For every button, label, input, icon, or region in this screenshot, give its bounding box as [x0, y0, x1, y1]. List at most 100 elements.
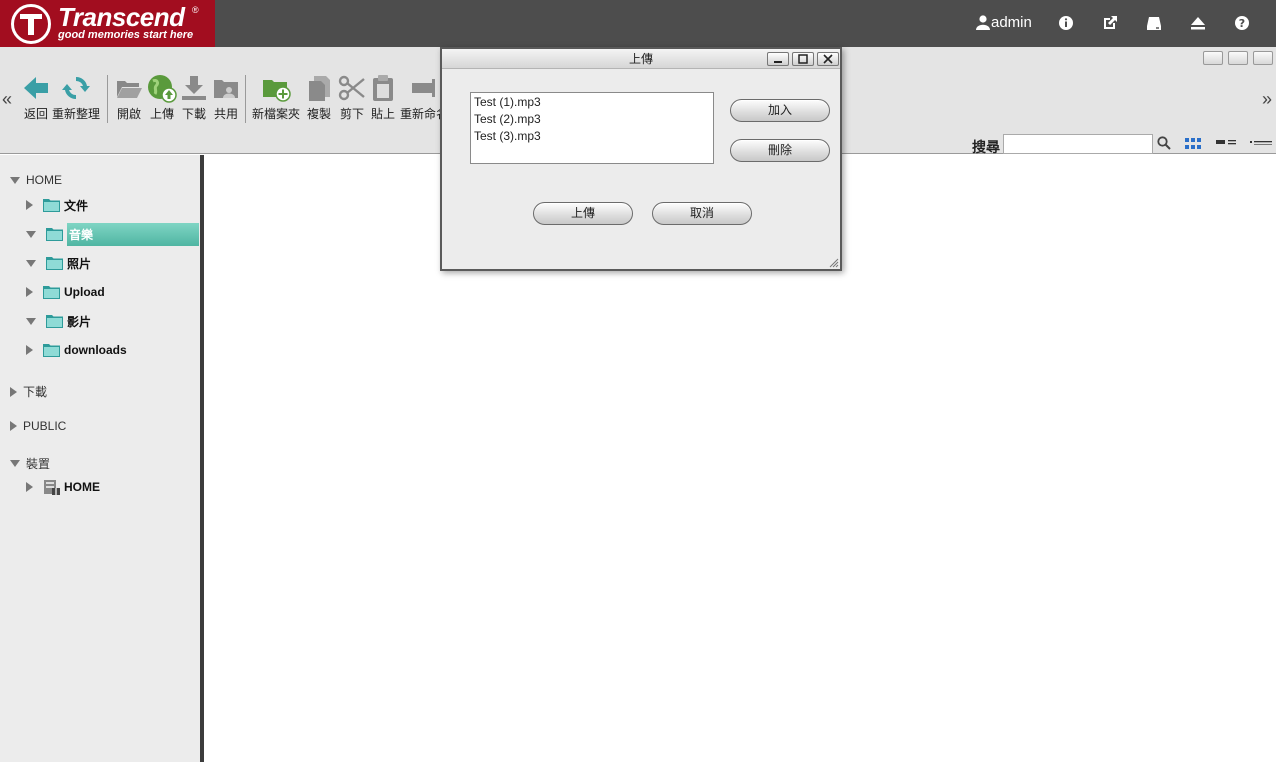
resize-grip-icon[interactable]	[829, 258, 839, 268]
info-icon[interactable]	[1057, 14, 1075, 32]
toolbar-scroll-right-icon[interactable]: »	[1262, 89, 1272, 110]
grid-view-icon[interactable]	[1185, 138, 1201, 150]
device-drive-icon	[44, 480, 60, 495]
file-list-item[interactable]: Test (1).mp3	[474, 94, 710, 111]
transcend-logo-icon	[11, 4, 51, 44]
copy-button[interactable]: 複製	[306, 73, 332, 122]
share-button[interactable]: 共用	[212, 73, 240, 122]
folder-icon	[46, 315, 63, 328]
tree-item-upload[interactable]: Upload	[26, 281, 105, 303]
sidebar-splitter[interactable]	[200, 155, 204, 762]
expanded-arrow-icon[interactable]	[26, 259, 36, 267]
tree-root-label: 下載	[23, 385, 48, 399]
download-icon	[182, 76, 206, 100]
folder-icon	[43, 344, 60, 357]
folder-icon	[46, 228, 63, 241]
collapsed-arrow-icon[interactable]	[26, 482, 33, 492]
refresh-button[interactable]: 重新整理	[52, 73, 100, 122]
expanded-arrow-icon[interactable]	[26, 317, 36, 325]
list-view-icon[interactable]	[1250, 139, 1272, 147]
dialog-title: 上傳	[628, 52, 653, 66]
tree-root-download[interactable]: 下載	[10, 383, 47, 400]
back-button[interactable]: 返回	[22, 73, 50, 122]
collapsed-arrow-icon[interactable]	[26, 345, 33, 355]
folder-icon	[43, 286, 60, 299]
external-link-icon[interactable]	[1101, 14, 1119, 32]
back-arrow-icon	[24, 77, 48, 99]
cancel-button[interactable]: 取消	[652, 202, 752, 225]
upload-file-list[interactable]: Test (1).mp3 Test (2).mp3 Test (3).mp3	[470, 92, 714, 164]
panel-close-button[interactable]	[1253, 51, 1273, 65]
eject-icon[interactable]	[1189, 14, 1207, 32]
search-icon[interactable]	[1157, 136, 1171, 150]
tree-item-device-home[interactable]: HOME	[26, 476, 100, 498]
paste-label: 貼上	[370, 107, 395, 121]
detail-view-icon[interactable]	[1216, 139, 1238, 147]
open-folder-icon	[117, 81, 142, 98]
tree-root-home[interactable]: HOME	[10, 173, 62, 187]
share-folder-icon	[214, 80, 238, 98]
toolbar-scroll-left-icon[interactable]: «	[2, 89, 12, 110]
cut-button[interactable]: 剪下	[338, 73, 366, 122]
share-label: 共用	[213, 107, 238, 121]
dialog-close-button[interactable]	[817, 52, 839, 66]
tree-root-devices[interactable]: 裝置	[10, 455, 50, 472]
refresh-icon	[62, 76, 90, 100]
close-icon	[823, 54, 833, 64]
add-file-button[interactable]: 加入	[730, 99, 830, 122]
panel-restore-button[interactable]	[1228, 51, 1248, 65]
minimize-icon	[774, 61, 782, 63]
download-label: 下載	[181, 107, 206, 121]
file-list-item[interactable]: Test (2).mp3	[474, 111, 710, 128]
expanded-arrow-icon[interactable]	[26, 230, 36, 238]
drive-icon[interactable]	[1145, 14, 1163, 32]
upload-dialog: 上傳 Test (1).mp3 Test (2).mp3 Test (3).mp…	[440, 47, 842, 271]
new-folder-button[interactable]: 新檔案夾	[252, 73, 300, 122]
delete-file-button[interactable]: 刪除	[730, 139, 830, 162]
collapsed-arrow-icon[interactable]	[10, 386, 17, 397]
collapsed-arrow-icon[interactable]	[26, 287, 33, 297]
tree-item-label: 影片	[67, 314, 92, 329]
upload-button[interactable]: 上傳	[147, 73, 177, 122]
tree-item-downloads[interactable]: downloads	[26, 339, 127, 361]
tree-root-label: PUBLIC	[23, 419, 67, 433]
user-menu[interactable]: admin	[976, 14, 1032, 31]
expanded-arrow-icon[interactable]	[10, 460, 20, 467]
open-label: 開啟	[116, 107, 141, 121]
upload-confirm-button[interactable]: 上傳	[533, 202, 633, 225]
toolbar-separator	[107, 75, 108, 123]
expanded-arrow-icon[interactable]	[10, 176, 20, 184]
dialog-minimize-button[interactable]	[767, 52, 789, 66]
svg-text:?: ?	[1239, 17, 1245, 30]
dialog-maximize-button[interactable]	[792, 52, 814, 66]
tree-root-public[interactable]: PUBLIC	[10, 419, 66, 433]
tree-item-music[interactable]: 音樂	[26, 222, 199, 246]
new-folder-icon	[263, 80, 291, 102]
panel-minimize-button[interactable]	[1203, 51, 1223, 65]
paste-button[interactable]: 貼上	[370, 73, 396, 122]
tree-item-videos[interactable]: 影片	[26, 310, 91, 332]
file-list-item[interactable]: Test (3).mp3	[474, 128, 710, 145]
paste-icon	[373, 75, 393, 101]
search-input[interactable]	[1003, 134, 1153, 154]
back-label: 返回	[23, 107, 48, 121]
copy-label: 複製	[306, 107, 331, 121]
tree-item-label: downloads	[64, 343, 127, 357]
tree-item-label: 文件	[64, 198, 89, 213]
scissors-icon	[338, 75, 365, 101]
collapsed-arrow-icon[interactable]	[26, 200, 33, 210]
tree-item-photos[interactable]: 照片	[26, 252, 91, 274]
folder-tree-sidebar: HOME 文件 音樂 照片 Upload 影片 downloads 下載 PUB…	[0, 155, 200, 762]
tree-root-label: 裝置	[26, 457, 51, 471]
upload-globe-icon	[148, 75, 177, 103]
tree-root-label: HOME	[26, 173, 62, 187]
download-button[interactable]: 下載	[180, 73, 208, 122]
help-icon[interactable]: ?	[1233, 14, 1251, 32]
tree-item-docs[interactable]: 文件	[26, 194, 88, 216]
collapsed-arrow-icon[interactable]	[10, 421, 17, 431]
rename-icon	[412, 79, 435, 97]
search-label: 搜尋	[972, 139, 1000, 155]
tree-item-label: Upload	[64, 285, 105, 299]
open-button[interactable]: 開啟	[115, 73, 143, 122]
rename-button[interactable]: 重新命名	[400, 73, 440, 122]
